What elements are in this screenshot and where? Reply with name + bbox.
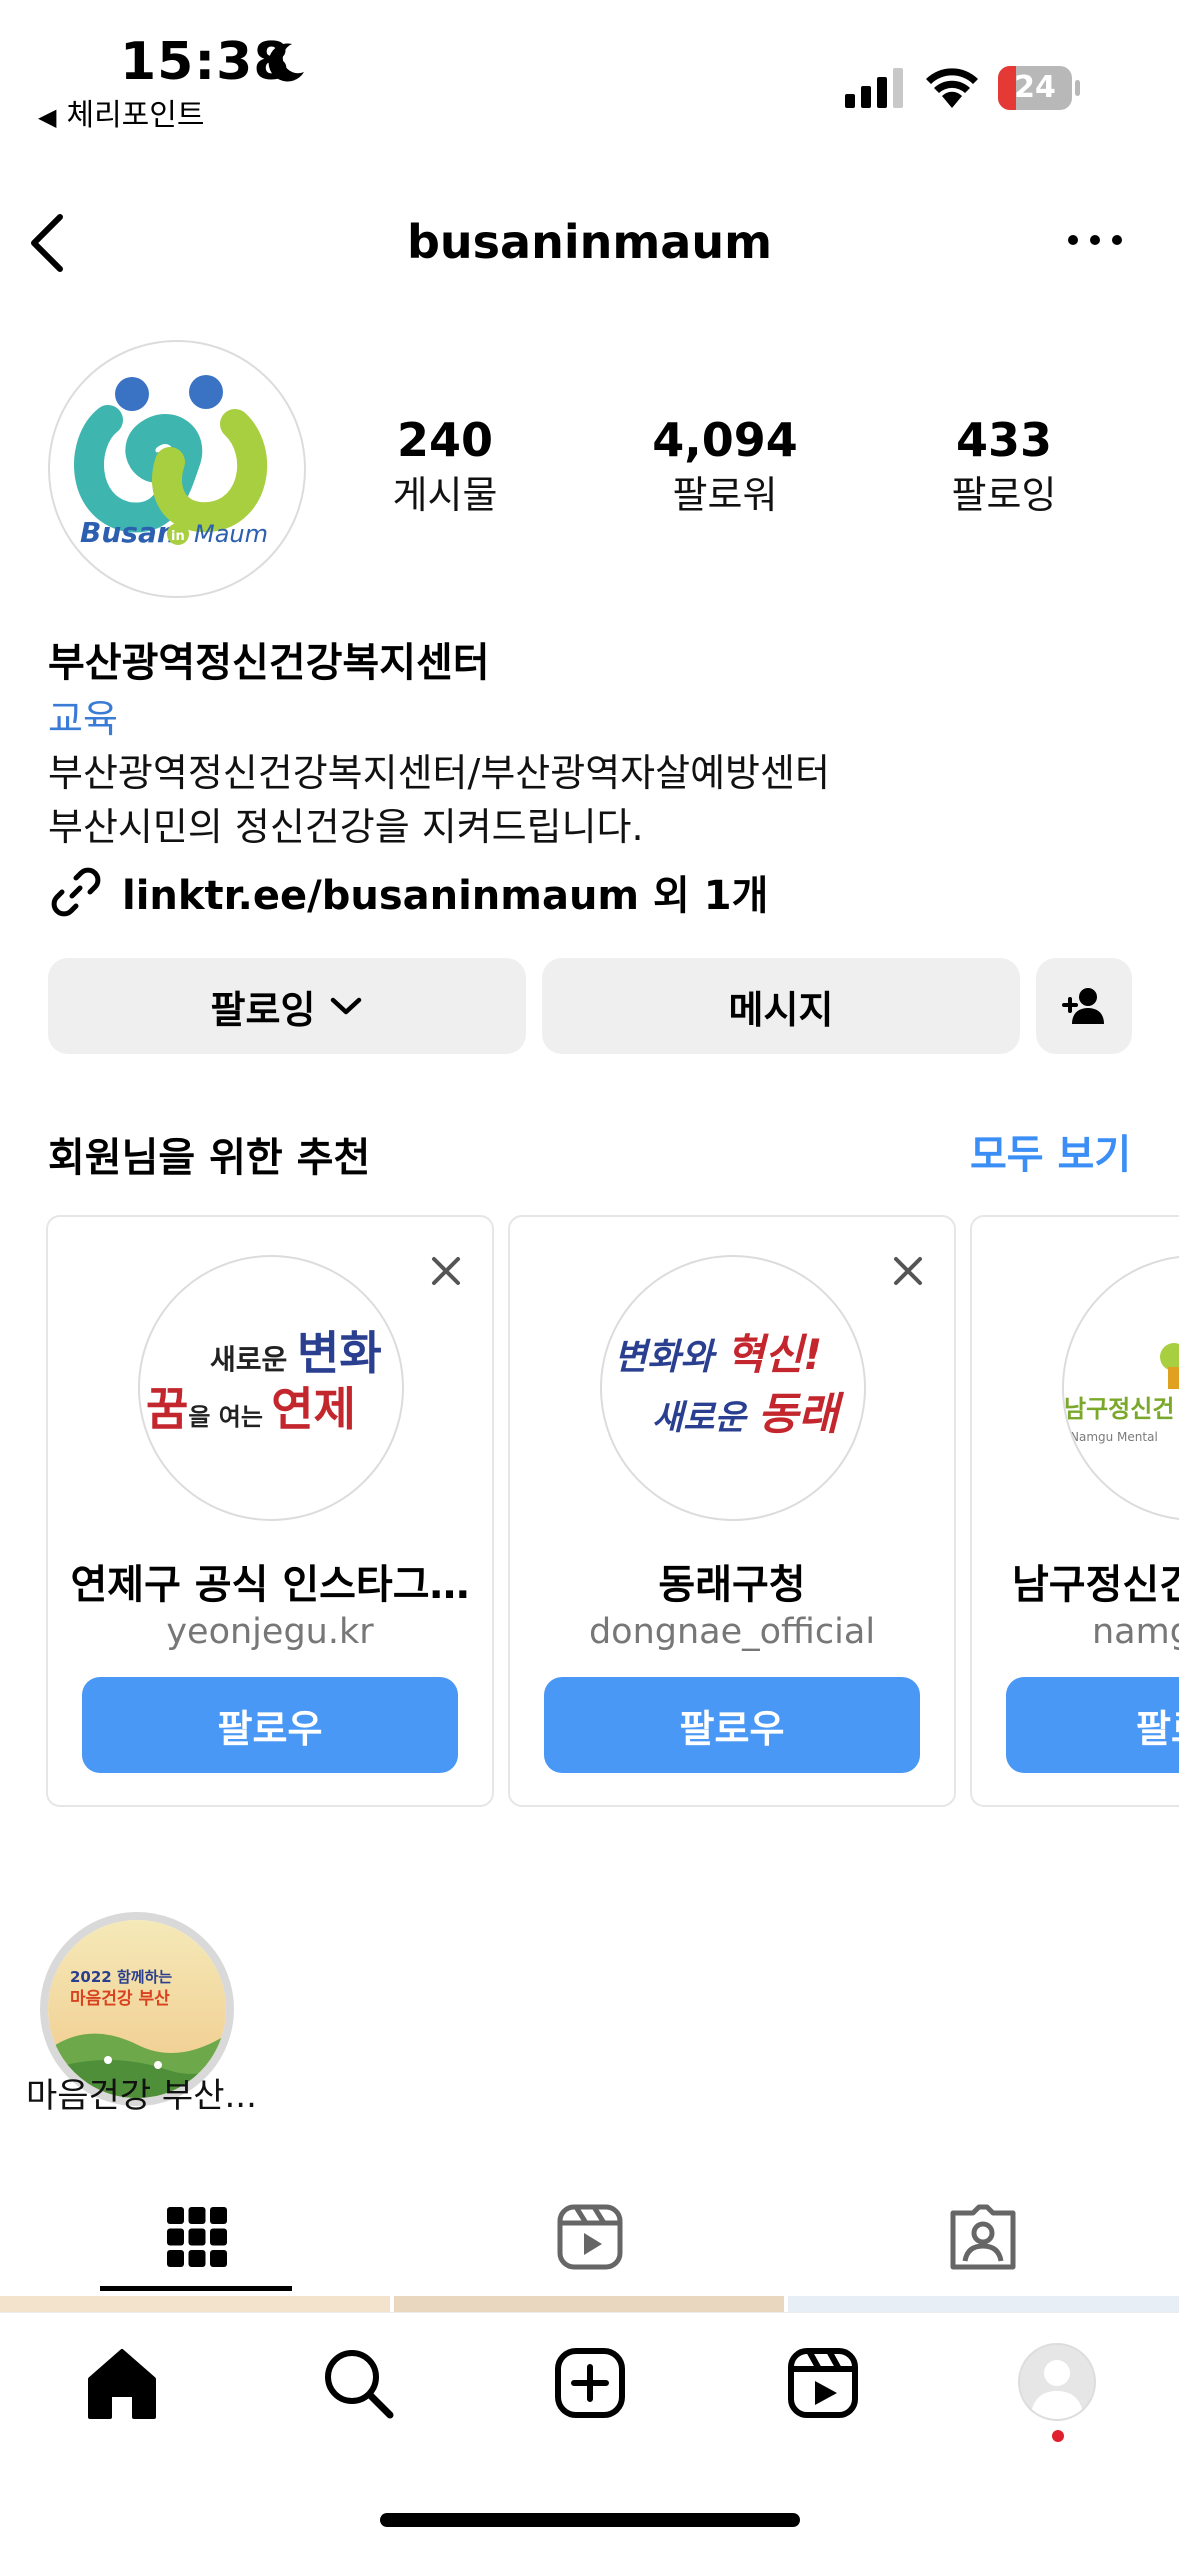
suggestion-name[interactable]: 남구정신건	[972, 1552, 1179, 1610]
grid-icon	[166, 2207, 227, 2267]
svg-text:새로운 변화: 새로운 변화	[210, 1326, 382, 1380]
profile-category[interactable]: 교육	[48, 688, 118, 743]
home-icon[interactable]	[82, 2343, 162, 2423]
svg-text:새로운 동래: 새로운 동래	[652, 1389, 844, 1440]
suggest-people-button[interactable]	[1036, 958, 1132, 1054]
create-icon[interactable]	[550, 2343, 630, 2423]
suggestion-avatar[interactable]: 새로운 변화 꿈을 여는 연제	[138, 1255, 404, 1521]
suggestion-card: 남구정신건 Namgu Mental 남구정신건 namg 팔로	[970, 1215, 1179, 1807]
followers-count[interactable]: 4,094 팔로워	[615, 410, 835, 520]
battery-level: 24	[1014, 70, 1056, 105]
suggestion-username: dongnae_official	[588, 1612, 876, 1652]
yeonje-logo: 새로운 변화 꿈을 여는 연제	[146, 1326, 382, 1436]
posts-count[interactable]: 240 게시물	[335, 410, 555, 520]
svg-text:in: in	[171, 529, 185, 544]
back-triangle-icon: ◀	[38, 103, 57, 131]
profile-tabs	[0, 2178, 1179, 2296]
svg-text:Busan: Busan	[80, 516, 177, 549]
profile-header: busaninmaum	[0, 195, 1179, 290]
status-bar: 15:38 ◀ 체리포인트 24	[0, 0, 1179, 140]
close-icon[interactable]	[426, 1251, 466, 1291]
link-icon	[51, 867, 101, 917]
follow-button[interactable]: 팔로우	[82, 1677, 458, 1773]
svg-text:Namgu Mental: Namgu Mental	[1070, 1430, 1158, 1444]
notification-dot	[1052, 2430, 1064, 2442]
moon-icon	[268, 43, 304, 82]
namgu-logo: 남구정신건 Namgu Mental	[1064, 1343, 1179, 1444]
highlight-label: 마음건강 부산...	[26, 2076, 257, 2116]
tab-tagged[interactable]	[786, 2178, 1179, 2296]
message-button[interactable]: 메시지	[542, 958, 1020, 1054]
suggestion-name[interactable]: 연제구 공식 인스타그…	[48, 1552, 492, 1610]
see-all-link[interactable]: 모두 보기	[970, 1122, 1131, 1180]
posts-grid-peek	[0, 2296, 1179, 2312]
suggestion-username: namg	[1092, 1612, 1179, 1652]
svg-text:변화와 혁신!: 변화와 혁신!	[614, 1330, 822, 1379]
stat-label: 팔로잉	[951, 473, 1057, 517]
profile-tab-avatar[interactable]	[1018, 2343, 1096, 2421]
home-indicator[interactable]	[380, 2513, 800, 2527]
tab-posts-grid[interactable]	[0, 2178, 393, 2296]
follow-button[interactable]: 팔로	[1006, 1677, 1179, 1773]
reels-icon[interactable]	[783, 2343, 863, 2423]
svg-text:2022 함께하는: 2022 함께하는	[70, 1968, 172, 1986]
following-button-label: 팔로잉	[210, 987, 316, 1032]
suggestion-name[interactable]: 동래구청	[510, 1552, 954, 1610]
close-icon[interactable]	[888, 1251, 928, 1291]
wifi-icon	[926, 68, 978, 108]
cellular-signal-icon	[845, 68, 903, 108]
back-to-app-link[interactable]: ◀ 체리포인트	[38, 90, 204, 134]
profile-link[interactable]: linktr.ee/busaninmaum 외 1개	[48, 862, 768, 922]
profile-link-text: linktr.ee/busaninmaum 외 1개	[122, 873, 769, 919]
suggestion-card: 변화와 혁신! 새로운 동래 동래구청 dongnae_official 팔로우	[508, 1215, 956, 1807]
battery-icon: 24	[998, 66, 1080, 110]
busan-in-maum-logo: Busan in Maum	[74, 375, 268, 549]
search-icon[interactable]	[318, 2343, 398, 2423]
reels-icon	[557, 2204, 622, 2270]
svg-text:마음건강 부산: 마음건강 부산	[70, 1989, 170, 2009]
suggestions-title: 회원님을 위한 추천	[48, 1135, 371, 1181]
profile-username: busaninmaum	[406, 215, 772, 269]
stat-value: 433	[955, 413, 1053, 467]
bio-line: 부산광역정신건강복지센터/부산광역자살예방센터	[48, 751, 830, 795]
back-app-name: 체리포인트	[66, 98, 205, 133]
follow-button[interactable]: 팔로우	[544, 1677, 920, 1773]
svg-text:꿈을 여는 연제: 꿈을 여는 연제	[146, 1382, 356, 1436]
tab-reels[interactable]	[393, 2178, 786, 2296]
more-options-icon[interactable]	[1065, 225, 1125, 255]
profile-icon	[1030, 2360, 1084, 2419]
add-person-icon	[1062, 988, 1104, 1024]
suggestion-avatar[interactable]: 변화와 혁신! 새로운 동래	[600, 1255, 866, 1521]
svg-text:Maum: Maum	[194, 520, 268, 548]
stat-label: 게시물	[392, 473, 498, 517]
tagged-icon	[950, 2204, 1015, 2270]
stat-label: 팔로워	[672, 473, 778, 517]
suggestion-card: 새로운 변화 꿈을 여는 연제 연제구 공식 인스타그… yeonjegu.kr…	[46, 1215, 494, 1807]
following-button[interactable]: 팔로잉	[48, 958, 526, 1054]
suggestion-avatar[interactable]: 남구정신건 Namgu Mental	[1062, 1255, 1179, 1521]
dongnae-logo: 변화와 혁신! 새로운 동래	[614, 1330, 844, 1440]
stat-value: 4,094	[652, 413, 798, 467]
active-tab-indicator	[100, 2286, 292, 2291]
message-button-label: 메시지	[728, 987, 834, 1032]
stat-value: 240	[396, 413, 494, 467]
following-count[interactable]: 433 팔로잉	[894, 410, 1114, 520]
profile-display-name: 부산광역정신건강복지센터	[48, 640, 490, 686]
bio-line: 부산시민의 정신건강을 지켜드립니다.	[48, 805, 644, 849]
svg-text:남구정신건: 남구정신건	[1064, 1395, 1174, 1423]
suggestion-username: yeonjegu.kr	[166, 1612, 374, 1652]
profile-avatar[interactable]: Busan in Maum	[48, 340, 306, 598]
chevron-down-icon	[331, 997, 362, 1015]
